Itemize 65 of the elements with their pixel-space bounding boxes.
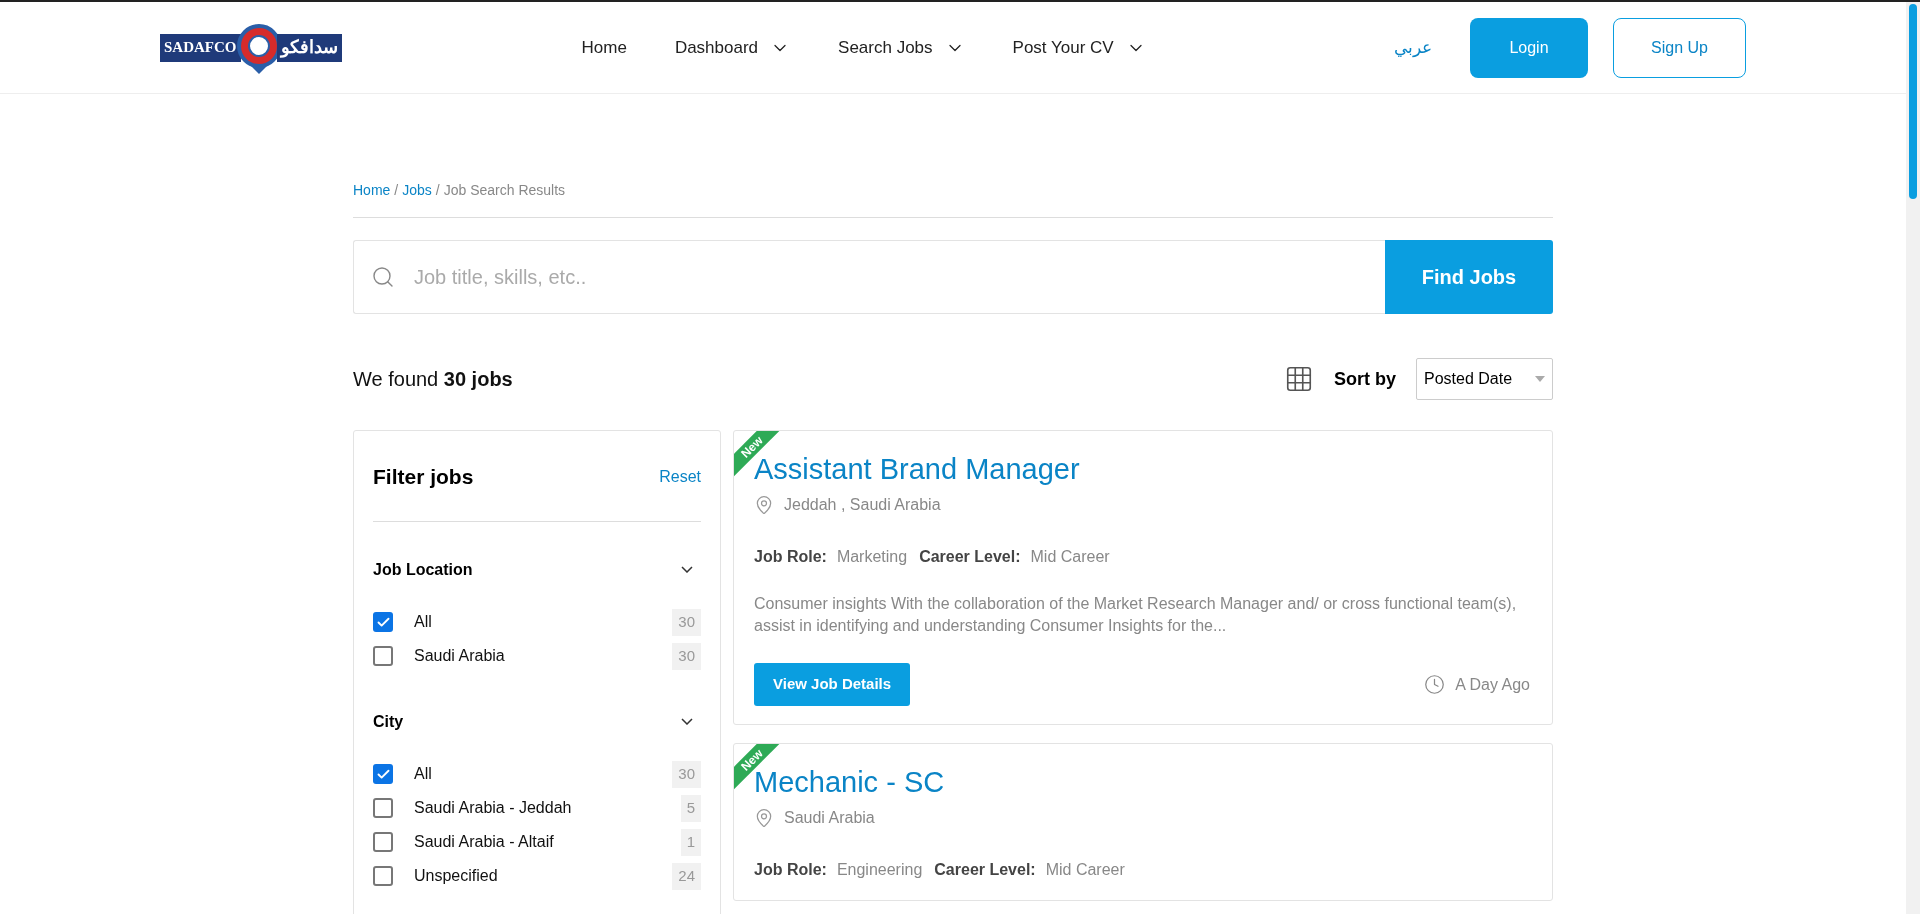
job-role-value: Marketing (836, 547, 908, 567)
search-field[interactable]: Job title, skills, etc.. (353, 240, 1385, 314)
results-count: We found 30 jobs (353, 367, 513, 392)
filter-option-label: Saudi Arabia - Altaif (414, 832, 554, 852)
filter-option-label: Saudi Arabia (414, 646, 505, 666)
checkbox[interactable] (373, 764, 393, 784)
breadcrumb-separator: / (435, 181, 440, 200)
checkbox[interactable] (373, 612, 393, 632)
career-level-label: Career Level: (919, 547, 1021, 567)
option-count: 30 (672, 760, 701, 788)
location-pin-icon (754, 495, 774, 515)
nav-link[interactable]: Post Your CV (1012, 34, 1146, 61)
location-pin-icon (754, 808, 774, 828)
filter-group-header[interactable]: City (373, 709, 701, 734)
option-count: 24 (672, 862, 701, 890)
filter-group-title: Job Location (373, 559, 473, 580)
scrollbar[interactable] (1906, 2, 1920, 914)
grid-view-icon[interactable] (1284, 364, 1314, 394)
job-role-label: Job Role: (754, 547, 827, 567)
posted-time: A Day Ago (1455, 674, 1530, 695)
checkbox[interactable] (373, 832, 393, 852)
career-level-value: Mid Career (1030, 547, 1110, 567)
login-button[interactable]: Login (1470, 17, 1588, 78)
option-count: 30 (672, 608, 701, 636)
breadcrumb-link[interactable]: Home (353, 180, 391, 201)
nav-link[interactable]: Dashboard (674, 34, 791, 61)
logo-text: SADAFCO (160, 33, 241, 62)
reset-link[interactable]: Reset (659, 464, 701, 489)
checkbox[interactable] (373, 646, 393, 666)
job-location: Jeddah , Saudi Arabia (784, 495, 941, 515)
breadcrumb-current: Job Search Results (443, 181, 566, 200)
logo-arabic-text: سدافكو (276, 33, 342, 62)
job-description: Consumer insights With the collaboration of the Market Research Manager and/ or cross functional team(s), assist in identifying and understanding Consumer Insights for the... (754, 594, 1518, 636)
dropdown-triangle-icon (1535, 376, 1545, 382)
job-role-label: Job Role: (754, 860, 827, 880)
job-role-value: Engineering (836, 860, 923, 880)
checkbox[interactable] (373, 798, 393, 818)
filter-option-label: Saudi Arabia - Jeddah (414, 798, 572, 818)
view-job-details-button[interactable]: View Job Details (754, 663, 911, 706)
career-level-label: Career Level: (934, 860, 1036, 880)
filter-option-label: All (414, 612, 432, 632)
job-location: Saudi Arabia (784, 808, 875, 828)
nav-link[interactable]: Search Jobs (838, 34, 965, 61)
sort-select[interactable]: Posted Date (1416, 358, 1553, 400)
clock-icon (1424, 674, 1446, 695)
filter-title: Filter jobs (373, 464, 474, 490)
filter-group-title: City (373, 711, 404, 732)
checkbox[interactable] (373, 866, 393, 886)
breadcrumb-link[interactable]: Jobs (402, 180, 432, 201)
sort-by-label: Sort by (1334, 367, 1396, 391)
sign-up-button[interactable]: Sign Up (1613, 17, 1746, 78)
find-jobs-button[interactable]: Find Jobs (1385, 240, 1553, 314)
search-icon (371, 265, 395, 289)
option-count: 5 (680, 794, 701, 822)
breadcrumb-separator: / (394, 181, 399, 200)
option-count: 1 (680, 828, 701, 856)
filter-group-header[interactable]: Job Location (373, 557, 701, 582)
job-title-link[interactable]: Assistant Brand Manager (754, 451, 1532, 487)
filter-option-label: All (414, 764, 432, 784)
career-level-value: Mid Career (1045, 860, 1125, 880)
filter-option-label: Unspecified (414, 866, 498, 886)
nav-link[interactable]: Home (581, 34, 627, 61)
language-link[interactable]: عربي (1394, 34, 1432, 61)
job-title-link[interactable]: Mechanic - SC (754, 764, 1532, 800)
option-count: 30 (672, 642, 701, 670)
